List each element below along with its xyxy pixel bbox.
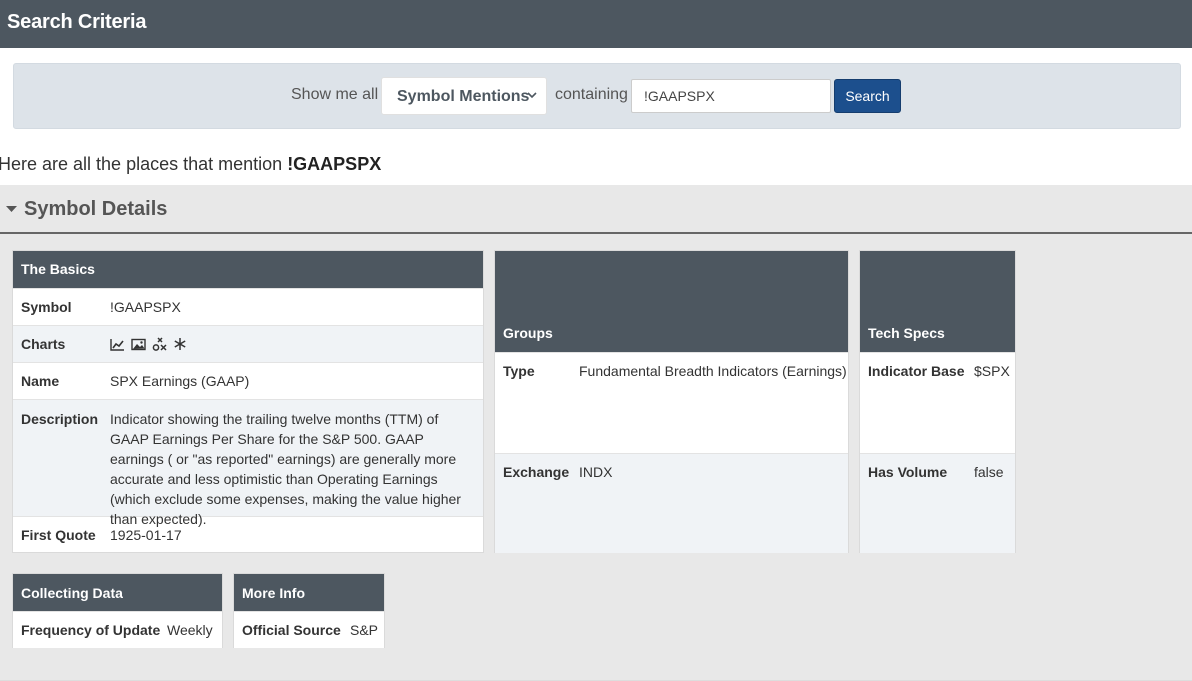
groups-title: Groups [503,325,553,341]
groups-row-type: Type Fundamental Breadth Indicators (Ear… [495,352,848,453]
symbol-details-toggle[interactable]: Symbol Details [0,185,1192,234]
show-me-all-label: Show me all [291,86,379,103]
basics-row-symbol: Symbol !GAAPSPX [13,288,483,325]
groups-card-header: Groups [495,251,848,352]
row-label: Description [21,411,99,427]
basics-row-charts: Charts [13,325,483,362]
row-label: Charts [21,336,66,352]
row-value: $SPX [974,363,1010,379]
groups-row-exchange: Exchange INDX [495,453,848,553]
tech-row-indicator-base: Indicator Base $SPX [860,352,1015,453]
chart-icons [110,336,187,352]
row-value: !GAAPSPX [110,299,181,315]
image-icon[interactable] [131,338,146,351]
search-type-select[interactable]: Symbol Mentions [381,77,547,115]
row-label: Symbol [21,299,72,315]
row-label: Name [21,373,60,389]
row-value: false [974,464,1004,480]
row-value: Indicator showing the trailing twelve mo… [110,411,461,527]
row-label: Official Source [242,622,341,638]
search-type-value: Symbol Mentions [397,88,530,105]
search-button[interactable]: Search [834,79,901,113]
groups-card: Groups Type Fundamental Breadth Indicato… [494,250,849,553]
more-info-title: More Info [242,585,305,601]
more-info-card-header: More Info [234,574,384,611]
mention-prefix: Here are all the places that mention [0,154,283,174]
row-value: 1925-01-17 [110,527,182,543]
basics-card-header: The Basics [13,251,483,288]
row-value: S&P [350,622,379,638]
header-title: Search Criteria [7,11,147,33]
collecting-card-header: Collecting Data [13,574,222,611]
tech-row-has-volume: Has Volume false [860,453,1015,553]
line-chart-icon[interactable] [110,338,125,351]
search-input[interactable] [631,79,831,113]
tech-specs-card: Tech Specs Indicator Base $SPX Has Volum… [859,250,1016,553]
basics-title: The Basics [21,261,95,277]
collecting-title: Collecting Data [21,585,123,601]
row-label: First Quote [21,527,96,543]
tech-specs-card-header: Tech Specs [860,251,1015,352]
containing-label: containing [555,86,628,103]
mention-heading: Here are all the places that mention !GA… [0,154,381,175]
row-label: Type [503,363,535,379]
collecting-row-frequency: Frequency of Update Weekly [13,611,222,648]
more-info-card: More Info Official Source S&P [233,573,385,648]
basics-row-name: Name SPX Earnings (GAAP) [13,362,483,399]
caret-down-icon [6,202,17,216]
basics-card: The Basics Symbol !GAAPSPX Charts Name S… [12,250,484,553]
basics-row-first-quote: First Quote 1925-01-17 [13,516,483,553]
basics-row-description: Description Indicator showing the traili… [13,399,483,527]
row-label: Indicator Base [868,363,965,379]
row-value: Weekly [167,622,213,638]
search-criteria-header: Search Criteria [0,0,1192,48]
chevron-down-icon [527,90,537,102]
row-label: Exchange [503,464,570,480]
point-figure-icon[interactable] [152,336,167,352]
more-info-row-source: Official Source S&P [234,611,384,648]
symbol-details-title: Symbol Details [24,198,168,220]
collecting-data-card: Collecting Data Frequency of Update Week… [12,573,223,648]
tech-specs-title: Tech Specs [868,325,945,341]
row-value: SPX Earnings (GAAP) [110,373,250,389]
mention-symbol: !GAAPSPX [287,154,382,174]
row-value: INDX [579,464,613,480]
row-value: Fundamental Breadth Indicators (Earnings… [579,363,847,379]
row-label: Has Volume [868,464,948,480]
row-label: Frequency of Update [21,622,161,638]
seasonality-icon[interactable] [173,337,187,351]
